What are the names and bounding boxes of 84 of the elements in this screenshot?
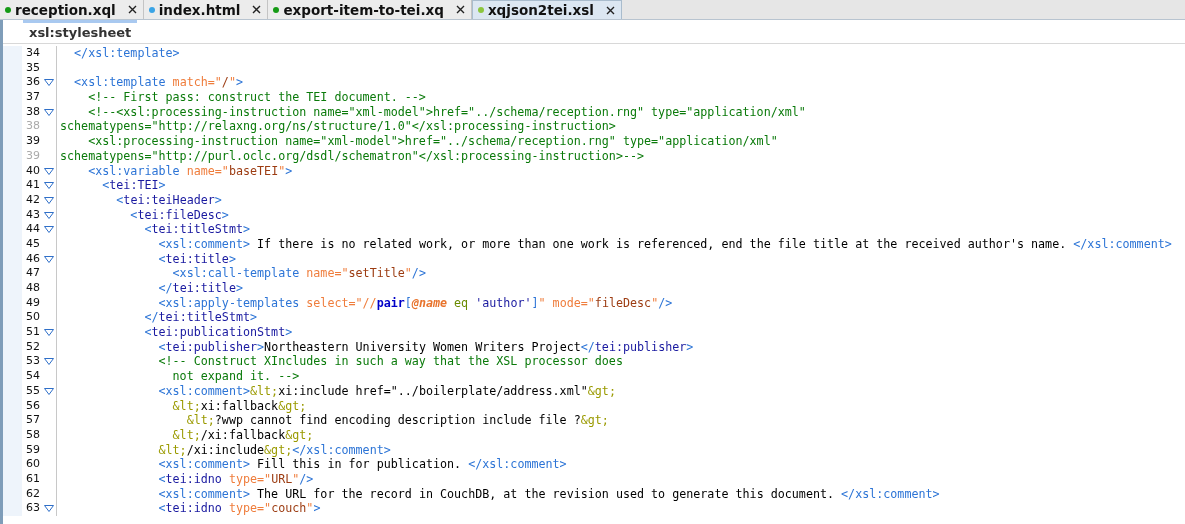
line-number: 38 xyxy=(25,104,40,120)
code-line: <tei:publisher>Northeastern University Women Writers Project</tei:publisher> xyxy=(157,339,694,355)
code-line: <tei:publicationStmt> xyxy=(143,325,293,340)
code-line: <xsl:apply-templates select="//pair[@name eq 'author']" mode="fileDesc"/> xyxy=(157,295,673,311)
line-number: 38 xyxy=(25,119,40,135)
code-line: <xsl:comment> Fill this in for publication. </xsl:comment> xyxy=(157,457,567,472)
line-number: 37 xyxy=(25,90,40,105)
line-number: 43 xyxy=(25,207,40,223)
code-line: <xsl:comment> The URL for the record in CouchDB, at the revision used to generate this document. </xsl:comment> xyxy=(157,486,940,502)
breadcrumb[interactable]: xsl:stylesheet xyxy=(23,20,138,43)
line-number: 60 xyxy=(25,457,40,472)
close-icon[interactable] xyxy=(605,5,615,15)
fold-icon[interactable] xyxy=(44,387,54,395)
line-number: 39 xyxy=(25,134,40,149)
fold-icon[interactable] xyxy=(44,79,54,87)
fold-icon[interactable] xyxy=(44,226,54,234)
code-line: <xsl:comment>&lt;xi:include href="../boilerplate/address.xml"&gt; xyxy=(157,383,616,399)
close-icon[interactable] xyxy=(252,5,262,14)
line-number: 58 xyxy=(25,427,40,443)
line-number: 63 xyxy=(25,501,40,516)
code-line: <tei:idno type="couch"> xyxy=(157,501,321,516)
fold-icon[interactable] xyxy=(44,182,54,190)
fold-icon[interactable] xyxy=(44,329,54,337)
code-line: <!--<xsl:processing-instruction name="xml-model">href="../schema/reception.rng" type="application/xml" xyxy=(87,104,806,120)
line-number: 54 xyxy=(25,369,40,384)
code-line: <tei:fileDesc> xyxy=(129,207,229,223)
line-number: 61 xyxy=(25,471,40,487)
code-line: </tei:titleStmt> xyxy=(143,310,258,326)
line-number: 41 xyxy=(25,178,40,193)
code-line: <xsl:variable name="baseTEI"> xyxy=(87,163,293,179)
code-line: &lt;/xi:include&gt;</xsl:comment> xyxy=(157,442,391,458)
line-number: 48 xyxy=(25,281,40,296)
line-number: 47 xyxy=(25,266,40,281)
code-line: &lt;?wwp cannot find encoding description include file ?&gt; xyxy=(185,413,609,428)
line-number: 49 xyxy=(25,295,40,311)
line-number: 42 xyxy=(25,192,40,208)
line-number: 39 xyxy=(25,148,40,164)
code-line: <tei:title> xyxy=(157,251,236,267)
fold-icon[interactable] xyxy=(44,196,54,204)
close-icon[interactable] xyxy=(455,5,465,14)
line-number: 45 xyxy=(25,236,40,252)
code-line: </xsl:template> xyxy=(73,46,180,61)
code-line: &lt;xi:fallback&gt; xyxy=(171,398,307,414)
fold-icon[interactable] xyxy=(44,358,54,366)
code-line: &lt;/xi:fallback&gt; xyxy=(171,427,314,443)
editor-tab[interactable]: index.html xyxy=(143,0,269,19)
line-number: 34 xyxy=(25,46,40,61)
fold-icon[interactable] xyxy=(44,108,54,116)
code-line: <tei:teiHeader> xyxy=(115,192,222,208)
line-number: 50 xyxy=(25,310,40,326)
line-number: 62 xyxy=(25,486,40,502)
close-icon[interactable] xyxy=(127,5,137,14)
line-number: 59 xyxy=(25,442,40,458)
code-line: <!-- Construct XIncludes in such a way that the XSL processor does xyxy=(157,354,623,370)
line-number: 56 xyxy=(25,398,40,414)
code-line: </tei:title> xyxy=(157,281,243,296)
editor-tab[interactable]: xqjson2tei.xsl xyxy=(471,0,622,19)
line-number: 36 xyxy=(25,75,40,91)
code-line: schematypens="http://relaxng.org/ns/structure/1.0"</xsl:processing-instruction> xyxy=(59,119,616,135)
fold-icon[interactable] xyxy=(44,211,54,219)
code-line: <!-- First pass: construct the TEI document. --> xyxy=(87,90,426,105)
line-number: 35 xyxy=(25,60,40,76)
code-line: not expand it. --> xyxy=(171,369,300,384)
code-line: <xsl:processing-instruction name="xml-model">href="../schema/reception.rng" type="application/xml" xyxy=(87,134,778,149)
line-number: 52 xyxy=(25,339,40,355)
line-number: 51 xyxy=(25,325,40,340)
code-line: <xsl:template match="/"> xyxy=(73,75,243,91)
line-number: 55 xyxy=(25,383,40,399)
line-number: 46 xyxy=(25,251,40,267)
line-number: 40 xyxy=(25,163,40,179)
line-number: 53 xyxy=(25,354,40,370)
editor-tab[interactable]: export-item-to-tei.xq xyxy=(268,0,472,19)
code-line: <xsl:call-template name="setTitle"/> xyxy=(171,266,426,281)
code-line: <tei:idno type="URL"/> xyxy=(157,471,314,487)
fold-icon[interactable] xyxy=(44,255,54,263)
code-line: <tei:TEI> xyxy=(101,178,166,193)
line-number: 44 xyxy=(25,222,40,237)
fold-icon[interactable] xyxy=(44,167,54,175)
editor-tab[interactable]: reception.xql xyxy=(0,0,144,19)
code-line: <tei:titleStmt> xyxy=(143,222,250,237)
code-line: <xsl:comment> If there is no related work, or more than one work is referenced, end the file title at the received author's name. </xsl:comment> xyxy=(157,236,1172,252)
line-number: 57 xyxy=(25,413,40,428)
fold-icon[interactable] xyxy=(44,505,54,513)
code-line: schematypens="http://purl.oclc.org/dsdl/schematron"</xsl:processing-instruction>--> xyxy=(59,148,645,164)
